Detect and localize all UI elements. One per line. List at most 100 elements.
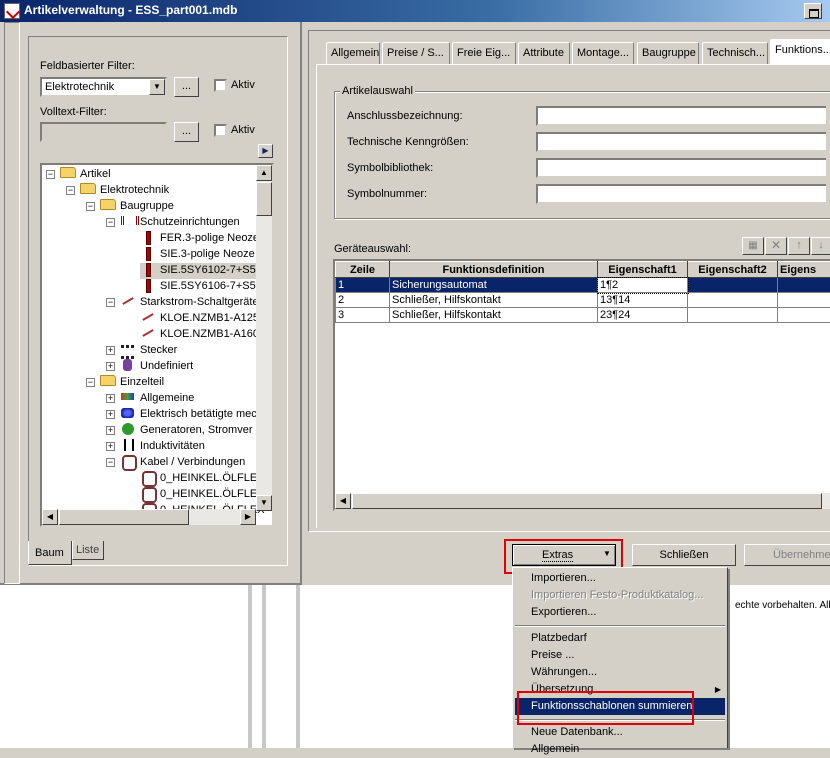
tree-vscrollbar[interactable]: ▲ ▼ [256, 165, 272, 511]
tree-hscrollbar[interactable]: ◀ ▶ [42, 509, 256, 525]
chevron-down-icon[interactable]: ▼ [149, 79, 165, 95]
scroll-left-icon[interactable]: ◀ [335, 493, 351, 509]
tree-node[interactable]: Induktivitäten [120, 439, 205, 455]
play-arrow-icon[interactable]: ▶ [258, 144, 273, 158]
tab-technisch[interactable]: Technisch... [702, 42, 768, 64]
fulltext-filter-aktiv-checkbox[interactable] [214, 124, 227, 137]
table-row[interactable]: 1 Sicherungsautomat 1¶2 [336, 278, 830, 293]
tab-montage[interactable]: Montage... [572, 42, 634, 64]
menu-item-neue-datenbank[interactable]: Neue Datenbank... [515, 724, 725, 741]
col-header-eigenschaft3[interactable]: Eigens [778, 262, 830, 278]
tree-node[interactable]: SIE.5SY6102-7+S5 [140, 263, 256, 279]
cell-eigenschaft3[interactable] [778, 308, 830, 323]
grid-edit-icon[interactable]: ▦ [742, 237, 764, 255]
tab-baum[interactable]: Baum [28, 541, 72, 565]
cell-eigenschaft3[interactable] [778, 278, 830, 293]
tree-node[interactable]: Baugruppe [100, 199, 174, 215]
scroll-thumb[interactable] [256, 182, 272, 216]
menu-item-exportieren[interactable]: Exportieren... [515, 604, 725, 621]
col-header-eigenschaft2[interactable]: Eigenschaft2 [688, 262, 778, 278]
table-row[interactable]: 3 Schließer, Hilfskontakt 23¶24 [336, 308, 830, 323]
tree-node[interactable]: Artikel [60, 167, 111, 183]
tab-funktionen[interactable]: Funktions... [770, 39, 830, 65]
collapse-icon[interactable]: − [86, 202, 95, 211]
collapse-icon[interactable]: − [106, 458, 115, 467]
article-tree[interactable]: 0_HEINKEL.ÖLFLEX0_HEINKEL.ÖLFLEX0_HEINKE… [40, 163, 274, 527]
menu-item-preise[interactable]: Preise ... [515, 647, 725, 664]
tree-node[interactable]: SIE.5SY6106-7+S5 [140, 279, 256, 295]
tree-node[interactable]: Elektrotechnik [80, 183, 169, 199]
tree-node[interactable]: Starkstrom-Schaltgeräte [120, 295, 259, 311]
technische-kenngroessen-input[interactable] [536, 132, 826, 152]
col-header-zeile[interactable]: Zeile [336, 262, 390, 278]
menu-item-platzbedarf[interactable]: Platzbedarf [515, 630, 725, 647]
tree-node[interactable]: Schutzeinrichtungen [120, 215, 240, 231]
menu-item-allgemein[interactable]: Allgemein [515, 741, 725, 758]
scroll-up-icon[interactable]: ▲ [256, 165, 272, 181]
scroll-left-icon[interactable]: ◀ [42, 509, 58, 525]
collapse-icon[interactable]: − [106, 298, 115, 307]
field-filter-select[interactable]: Elektrotechnik ▼ [40, 77, 167, 97]
table-row[interactable]: 2 Schließer, Hilfskontakt 13¶14 [336, 293, 830, 308]
tree-node[interactable]: 0_HEINKEL.ÖLFLEX [140, 471, 265, 487]
tab-baugruppe[interactable]: Baugruppe [637, 42, 699, 64]
cell-eigenschaft2[interactable] [688, 308, 778, 323]
expand-icon[interactable]: + [106, 410, 115, 419]
scroll-right-icon[interactable]: ▶ [240, 509, 256, 525]
restore-button[interactable] [804, 3, 822, 19]
cell-eigenschaft3[interactable] [778, 293, 830, 308]
tree-node[interactable]: Undefiniert [120, 359, 193, 375]
tree-node[interactable]: Generatoren, Stromver [120, 423, 253, 439]
tree-node[interactable]: Allgemeine [120, 391, 194, 407]
collapse-icon[interactable]: − [86, 378, 95, 387]
cell-zeile[interactable]: 1 [336, 278, 390, 293]
expand-icon[interactable]: + [106, 362, 115, 371]
cell-eigenschaft1[interactable]: 1¶2 [598, 278, 688, 293]
fulltext-filter-input[interactable] [40, 122, 167, 142]
tree-node[interactable]: FER.3-polige Neoze [140, 231, 259, 247]
tree-node[interactable]: SIE.3-polige Neoze [140, 247, 255, 263]
cell-funktion[interactable]: Schließer, Hilfskontakt [390, 308, 598, 323]
device-grid[interactable]: Zeile Funktionsdefinition Eigenschaft1 E… [333, 259, 830, 511]
cell-zeile[interactable]: 2 [336, 293, 390, 308]
field-filter-aktiv-checkbox[interactable] [214, 79, 227, 92]
tree-node[interactable]: Stecker [120, 343, 177, 359]
cell-zeile[interactable]: 3 [336, 308, 390, 323]
expand-icon[interactable]: + [106, 346, 115, 355]
tab-freie-eigenschaften[interactable]: Freie Eig... [452, 42, 516, 64]
scroll-down-icon[interactable]: ▼ [256, 495, 272, 511]
delete-icon[interactable]: ✕ [765, 237, 787, 255]
menu-item-waehrungen[interactable]: Währungen... [515, 664, 725, 681]
collapse-icon[interactable]: − [46, 170, 55, 179]
cell-eigenschaft2[interactable] [688, 278, 778, 293]
menu-item-importieren[interactable]: Importieren... [515, 570, 725, 587]
grid-hscrollbar[interactable]: ◀ [335, 493, 830, 509]
uebernehmen-button[interactable]: Übernehmen [744, 544, 830, 566]
expand-icon[interactable]: + [106, 442, 115, 451]
fulltext-filter-dots-button[interactable]: ... [174, 122, 199, 142]
menu-item-importieren-festo[interactable]: Importieren Festo-Produktkatalog... [515, 587, 725, 604]
tab-allgemein[interactable]: Allgemein [326, 42, 380, 64]
move-up-icon[interactable]: ↑ [788, 237, 810, 255]
cell-eigenschaft1[interactable]: 23¶24 [598, 308, 688, 323]
tree-node[interactable]: Einzelteil [100, 375, 164, 391]
symbolbibliothek-input[interactable] [536, 158, 826, 178]
tree-node[interactable]: Kabel / Verbindungen [120, 455, 245, 471]
anschlussbezeichnung-input[interactable] [536, 106, 826, 126]
collapse-icon[interactable]: − [106, 218, 115, 227]
tree-node[interactable]: KLOE.NZMB1-A160 [140, 327, 259, 343]
scroll-thumb[interactable] [59, 509, 189, 525]
tab-preise[interactable]: Preise / S... [382, 42, 450, 64]
col-header-eigenschaft1[interactable]: Eigenschaft1 [598, 262, 688, 278]
move-down-icon[interactable]: ↓ [811, 237, 830, 255]
tree-node[interactable]: Elektrisch betätigte mec [120, 407, 257, 423]
tab-attribute[interactable]: Attribute [518, 42, 570, 64]
schliessen-button[interactable]: Schließen [632, 544, 736, 566]
symbolnummer-input[interactable] [536, 184, 826, 204]
cell-funktion[interactable]: Sicherungsautomat [390, 278, 598, 293]
tree-node[interactable]: 0_HEINKEL.ÖLFLEX [140, 487, 265, 503]
cell-funktion[interactable]: Schließer, Hilfskontakt [390, 293, 598, 308]
tab-liste[interactable]: Liste [72, 541, 104, 560]
cell-eigenschaft2[interactable] [688, 293, 778, 308]
field-filter-dots-button[interactable]: ... [174, 77, 199, 97]
